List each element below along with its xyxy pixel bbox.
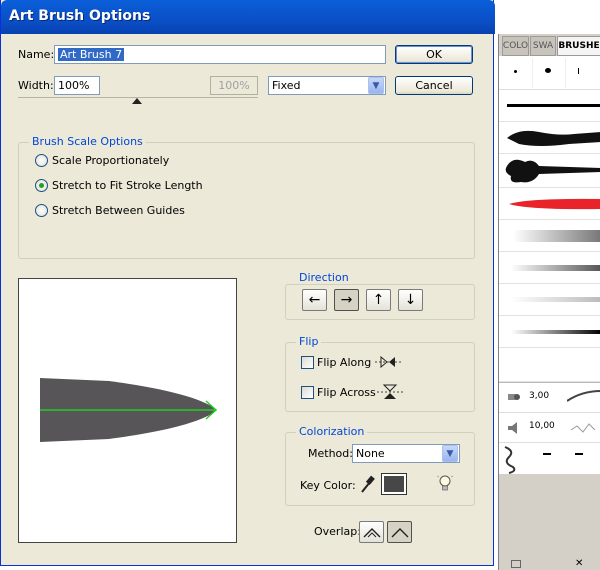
scale-proportionately-label[interactable]: Scale Proportionately	[52, 154, 169, 167]
tab-color[interactable]: COLO	[502, 36, 529, 56]
brush-stroke-thin	[507, 104, 600, 107]
ok-button[interactable]: OK	[395, 45, 473, 64]
brush-stroke-ornament	[505, 159, 600, 183]
pattern-brush-row[interactable]	[499, 442, 600, 474]
overlap-adjust-icon	[363, 528, 380, 538]
pattern-brush-tile	[543, 453, 551, 455]
brush-stroke-soft-light	[511, 297, 600, 302]
flip-across-label[interactable]: Flip Across	[317, 386, 376, 399]
direction-up-button[interactable]: ↑	[366, 289, 391, 311]
art-brush-strip[interactable]	[499, 284, 600, 316]
width-label: Width:	[18, 79, 54, 92]
pattern-brush-ornament	[504, 446, 516, 474]
colorization-legend: Colorization	[296, 425, 368, 438]
dialog-title: Art Brush Options	[9, 8, 151, 24]
flip-along-icon	[375, 355, 401, 369]
art-brush-strip-empty[interactable]	[499, 348, 600, 382]
stretch-between-guides-label[interactable]: Stretch Between Guides	[52, 204, 185, 217]
speaker-brush-icon	[508, 422, 517, 434]
brush-stroke-taper	[511, 330, 600, 334]
brush-stroke-soft-wide	[513, 230, 600, 242]
brush-stroke-soft-medium	[511, 265, 600, 271]
method-value: None	[356, 447, 385, 460]
brushes-panel: COLO SWA BRUSHE 3,00 10,00 ✕	[498, 34, 600, 570]
workspace-background	[0, 566, 498, 570]
direction-down-button[interactable]: ↓	[398, 289, 423, 311]
tab-swatches[interactable]: SWA	[530, 36, 556, 56]
tips-lightbulb-icon[interactable]	[437, 474, 453, 494]
key-color-swatch	[384, 476, 404, 492]
art-brush-strip[interactable]	[499, 122, 600, 154]
width-input[interactable]: 100%	[54, 76, 100, 95]
flip-across-icon	[377, 384, 403, 399]
art-brush-strip[interactable]	[499, 188, 600, 220]
brush-stroke-rough	[507, 130, 600, 146]
pattern-brush-tile	[575, 453, 583, 455]
overlap-none-button[interactable]	[387, 521, 412, 543]
width-variation-input: 100%	[210, 76, 258, 95]
brush-dot-line[interactable]	[578, 68, 579, 74]
scatter-brush-icon	[508, 394, 520, 400]
name-input[interactable]: Art Brush 7	[54, 45, 386, 64]
method-dropdown-arrow-icon[interactable]: ▼	[442, 445, 458, 462]
scatter-brush-row[interactable]: 3,00	[499, 382, 600, 412]
key-color-label: Key Color:	[300, 479, 356, 492]
eyedropper-icon[interactable]	[359, 474, 375, 494]
flip-across-checkbox[interactable]	[301, 386, 314, 399]
scatter-brush-preview	[570, 423, 596, 433]
scatter-brush-row[interactable]: 10,00	[499, 412, 600, 442]
scatter-brush-value: 3,00	[529, 391, 550, 401]
art-brush-strip[interactable]	[499, 252, 600, 284]
scale-proportionately-radio[interactable]	[35, 154, 48, 167]
cancel-button[interactable]: Cancel	[395, 76, 473, 95]
separator	[532, 58, 533, 88]
brush-stroke-red	[509, 198, 600, 210]
stretch-to-fit-label[interactable]: Stretch to Fit Stroke Length	[52, 179, 203, 192]
tab-brushes[interactable]: BRUSHE	[557, 36, 600, 56]
brush-dot-small[interactable]	[514, 70, 517, 73]
brush-libraries-icon[interactable]	[511, 560, 521, 568]
method-label: Method:	[308, 447, 353, 460]
width-slider-thumb-icon[interactable]	[132, 98, 142, 104]
brush-dot-medium[interactable]	[545, 68, 551, 73]
stretch-to-fit-radio[interactable]	[35, 179, 48, 192]
brush-preview-graphic	[40, 378, 218, 442]
art-brush-strip[interactable]	[499, 220, 600, 252]
overlap-label: Overlap:	[314, 525, 361, 538]
flip-legend: Flip	[296, 335, 322, 348]
flip-along-label[interactable]: Flip Along	[317, 356, 371, 369]
name-label: Name:	[18, 48, 55, 61]
title-bar[interactable]: Art Brush Options	[1, 0, 495, 34]
name-input-value: Art Brush 7	[58, 48, 125, 61]
key-color-swatch-frame[interactable]	[381, 473, 407, 495]
art-brush-strip[interactable]	[499, 90, 600, 122]
panel-empty-area	[499, 474, 600, 562]
brush-preview-box	[18, 278, 237, 543]
overlap-none-icon	[391, 528, 408, 538]
calligraphic-brush-row[interactable]	[499, 56, 600, 90]
scatter-brush-value: 10,00	[529, 421, 555, 431]
width-mode-dropdown-arrow-icon[interactable]: ▼	[368, 77, 384, 94]
width-mode-value: Fixed	[272, 79, 301, 92]
separator	[565, 58, 566, 88]
delete-brush-icon[interactable]: ✕	[575, 559, 583, 569]
art-brush-strip[interactable]	[499, 316, 600, 348]
flip-along-checkbox[interactable]	[301, 356, 314, 369]
stretch-between-guides-radio[interactable]	[35, 204, 48, 217]
art-brush-options-dialog: Art Brush Options Name: Art Brush 7 Widt…	[0, 0, 495, 566]
brush-scale-options-legend: Brush Scale Options	[29, 135, 146, 148]
direction-right-button[interactable]: →	[334, 289, 359, 311]
art-brush-strip[interactable]	[499, 154, 600, 188]
overlap-adjust-button[interactable]	[359, 521, 384, 543]
scatter-brush-stroke	[567, 390, 600, 402]
direction-legend: Direction	[296, 271, 352, 284]
direction-left-button[interactable]: ←	[302, 289, 327, 311]
